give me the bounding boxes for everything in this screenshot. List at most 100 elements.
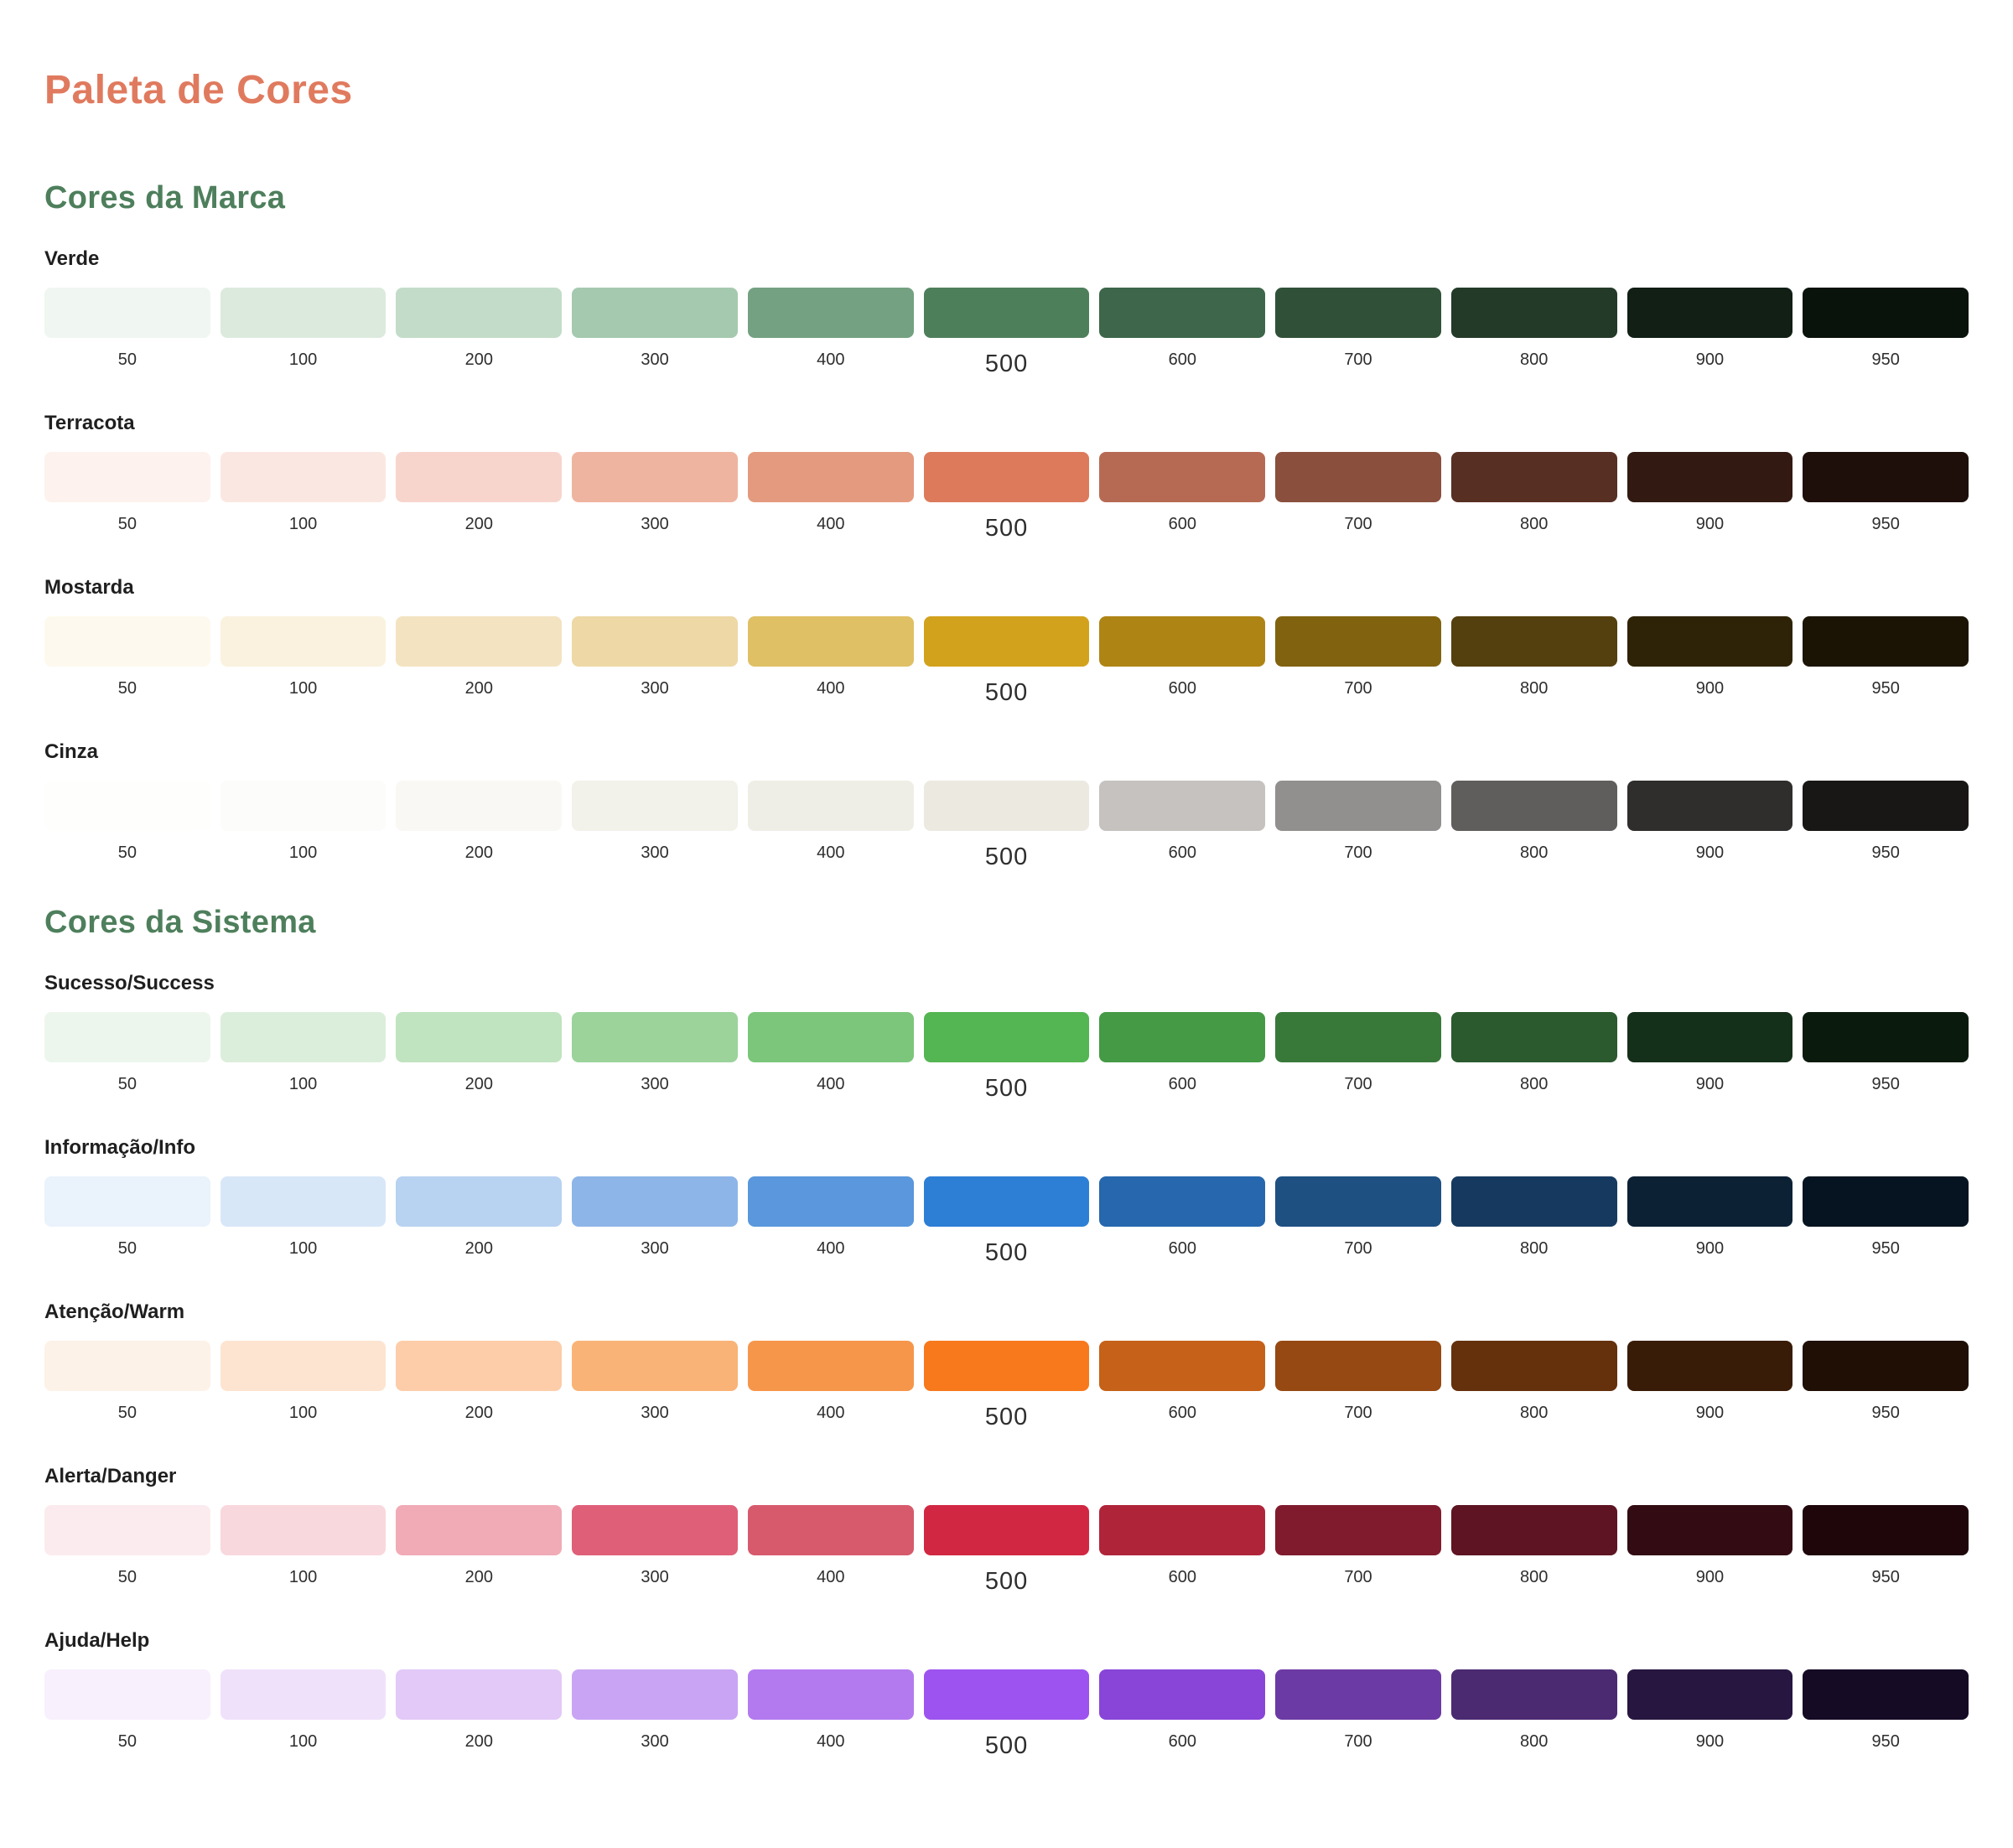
shade-label: 200 bbox=[396, 1403, 562, 1423]
shade-label: 800 bbox=[1451, 843, 1617, 863]
shade-label: 800 bbox=[1451, 1403, 1617, 1423]
shade-label: 500 bbox=[924, 1731, 1090, 1760]
shade-label: 500 bbox=[924, 678, 1090, 707]
section-heading: Cores da Marca bbox=[44, 180, 1969, 217]
color-swatch bbox=[396, 781, 562, 831]
shade-label-strip: 50 100 200 300 400 500 600 700 800 900 9… bbox=[44, 678, 1969, 707]
color-swatch bbox=[572, 1669, 738, 1720]
shade-label: 200 bbox=[396, 843, 562, 863]
color-row: Verde 50 100 200 300 400 500 600 700 800… bbox=[44, 247, 1969, 378]
shade-label: 400 bbox=[748, 350, 914, 370]
color-swatch bbox=[572, 288, 738, 338]
shade-label: 100 bbox=[220, 1731, 387, 1752]
color-swatch bbox=[1099, 1669, 1265, 1720]
color-swatch bbox=[1627, 1012, 1793, 1062]
shade-label: 600 bbox=[1099, 843, 1265, 863]
shade-label: 200 bbox=[396, 350, 562, 370]
shade-label: 700 bbox=[1275, 678, 1441, 698]
swatch-strip bbox=[44, 1176, 1969, 1227]
shade-label: 50 bbox=[44, 1074, 210, 1094]
color-swatch bbox=[1451, 781, 1617, 831]
color-swatch bbox=[1627, 616, 1793, 667]
color-swatch bbox=[1803, 1669, 1969, 1720]
color-swatch bbox=[396, 288, 562, 338]
color-swatch bbox=[44, 616, 210, 667]
shade-label-strip: 50 100 200 300 400 500 600 700 800 900 9… bbox=[44, 350, 1969, 378]
color-swatch bbox=[1099, 781, 1265, 831]
color-swatch bbox=[220, 1012, 387, 1062]
color-row-label: Cinza bbox=[44, 740, 1969, 764]
shade-label: 300 bbox=[572, 1731, 738, 1752]
shade-label: 400 bbox=[748, 514, 914, 534]
color-swatch bbox=[924, 781, 1090, 831]
color-swatch bbox=[220, 616, 387, 667]
color-swatch bbox=[924, 1176, 1090, 1227]
color-swatch bbox=[1627, 1669, 1793, 1720]
color-swatch bbox=[1451, 1505, 1617, 1555]
shade-label: 700 bbox=[1275, 1238, 1441, 1259]
shade-label: 900 bbox=[1627, 1403, 1793, 1423]
color-swatch bbox=[1451, 452, 1617, 502]
color-swatch bbox=[924, 616, 1090, 667]
color-swatch bbox=[924, 1505, 1090, 1555]
shade-label: 50 bbox=[44, 350, 210, 370]
shade-label: 100 bbox=[220, 514, 387, 534]
color-swatch bbox=[1627, 781, 1793, 831]
shade-label: 600 bbox=[1099, 1567, 1265, 1587]
color-row: Cinza 50 100 200 300 400 500 600 700 800… bbox=[44, 740, 1969, 871]
color-swatch bbox=[1099, 616, 1265, 667]
swatch-strip bbox=[44, 1505, 1969, 1555]
shade-label: 900 bbox=[1627, 1074, 1793, 1094]
color-row-label: Sucesso/Success bbox=[44, 972, 1969, 995]
swatch-strip bbox=[44, 452, 1969, 502]
color-swatch bbox=[748, 288, 914, 338]
shade-label: 800 bbox=[1451, 678, 1617, 698]
shade-label: 900 bbox=[1627, 843, 1793, 863]
color-swatch bbox=[1627, 288, 1793, 338]
palette-section: Cores da Marca Verde 50 100 200 300 400 … bbox=[44, 180, 1969, 871]
color-swatch bbox=[572, 781, 738, 831]
color-swatch bbox=[1803, 781, 1969, 831]
color-swatch bbox=[1451, 1176, 1617, 1227]
color-swatch bbox=[1803, 288, 1969, 338]
color-swatch bbox=[44, 1505, 210, 1555]
color-swatch bbox=[1275, 1176, 1441, 1227]
color-swatch bbox=[1803, 1012, 1969, 1062]
color-swatch bbox=[1803, 1176, 1969, 1227]
color-swatch bbox=[1099, 452, 1265, 502]
color-swatch bbox=[1275, 781, 1441, 831]
color-swatch bbox=[572, 616, 738, 667]
shade-label: 600 bbox=[1099, 1731, 1265, 1752]
color-swatch bbox=[748, 1012, 914, 1062]
color-swatch bbox=[748, 452, 914, 502]
shade-label: 800 bbox=[1451, 1074, 1617, 1094]
color-swatch bbox=[1099, 1012, 1265, 1062]
shade-label: 200 bbox=[396, 1567, 562, 1587]
shade-label: 300 bbox=[572, 514, 738, 534]
color-swatch bbox=[1451, 1012, 1617, 1062]
palette-section: Cores da Sistema Sucesso/Success 50 100 … bbox=[44, 905, 1969, 1760]
shade-label: 700 bbox=[1275, 843, 1441, 863]
swatch-strip bbox=[44, 288, 1969, 338]
color-swatch bbox=[1451, 1341, 1617, 1391]
color-swatch bbox=[572, 1341, 738, 1391]
shade-label-strip: 50 100 200 300 400 500 600 700 800 900 9… bbox=[44, 1731, 1969, 1760]
shade-label: 200 bbox=[396, 514, 562, 534]
color-swatch bbox=[44, 1176, 210, 1227]
color-row: Informação/Info 50 100 200 300 400 500 6… bbox=[44, 1136, 1969, 1267]
palette-page: Paleta de Cores Cores da Marca Verde 50 … bbox=[44, 67, 1969, 1760]
shade-label: 800 bbox=[1451, 350, 1617, 370]
color-swatch bbox=[924, 1012, 1090, 1062]
shade-label: 900 bbox=[1627, 1238, 1793, 1259]
shade-label: 500 bbox=[924, 350, 1090, 378]
shade-label: 300 bbox=[572, 350, 738, 370]
shade-label-strip: 50 100 200 300 400 500 600 700 800 900 9… bbox=[44, 1567, 1969, 1596]
color-swatch bbox=[748, 781, 914, 831]
shade-label: 200 bbox=[396, 1731, 562, 1752]
color-swatch bbox=[1275, 1669, 1441, 1720]
shade-label: 200 bbox=[396, 1238, 562, 1259]
swatch-strip bbox=[44, 1341, 1969, 1391]
shade-label: 100 bbox=[220, 1074, 387, 1094]
color-swatch bbox=[44, 1341, 210, 1391]
shade-label: 800 bbox=[1451, 1731, 1617, 1752]
